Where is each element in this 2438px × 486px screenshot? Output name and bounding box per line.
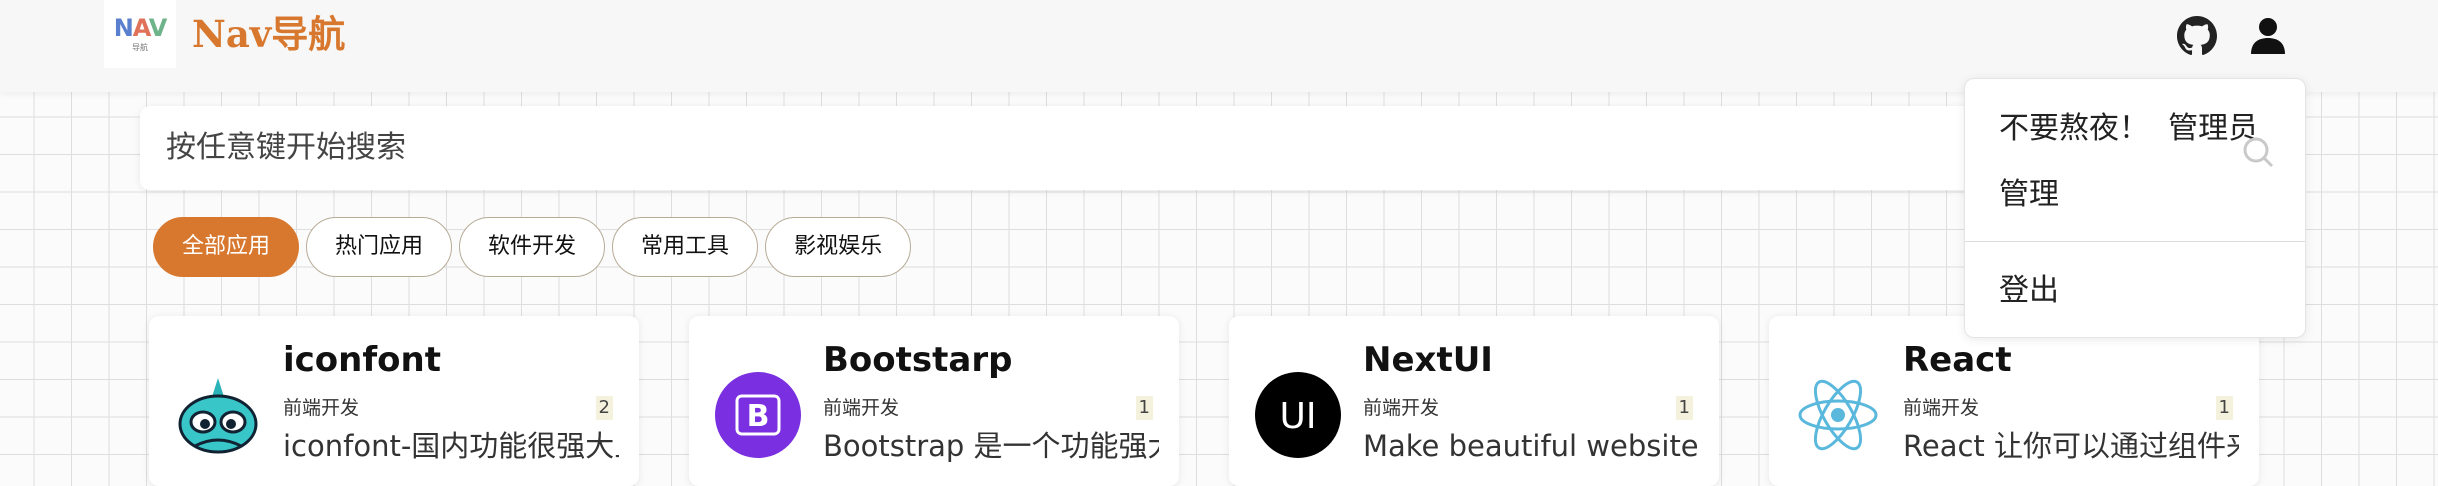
card-description: Bootstrap 是一个功能强大、功能丰富的前端工具包 xyxy=(823,429,1159,463)
app-card-bootstrap[interactable]: B Bootstarp 前端开发 1 Bootstrap 是一个功能强大、功能丰… xyxy=(689,316,1179,486)
tab-common-tools[interactable]: 常用工具 xyxy=(612,217,759,277)
card-count-badge: 1 xyxy=(1135,396,1153,420)
menu-item-logout[interactable]: 登出 xyxy=(1999,267,2059,315)
bootstrap-logo-icon: B xyxy=(715,372,801,458)
github-icon[interactable] xyxy=(2177,16,2217,56)
app-card-nextui[interactable]: UI NextUI 前端开发 1 Make beautiful websites… xyxy=(1229,316,1719,486)
card-count-badge: 1 xyxy=(2215,396,2233,420)
tab-entertainment[interactable]: 影视娱乐 xyxy=(765,217,912,277)
category-tabs: 全部应用 热门应用 软件开发 常用工具 影视娱乐 xyxy=(153,217,912,277)
logo[interactable]: NAV 导航 xyxy=(104,0,176,68)
logo-mark: NAV xyxy=(113,13,168,42)
card-title: iconfont xyxy=(283,340,441,380)
svg-text:UI: UI xyxy=(1280,396,1317,437)
search-icon[interactable] xyxy=(2240,134,2276,170)
app-card-iconfont[interactable]: iconfont 前端开发 2 iconfont-国内功能很强大且图标内容很丰富… xyxy=(149,316,639,486)
iconfont-logo-icon xyxy=(178,378,258,454)
tab-hot-apps[interactable]: 热门应用 xyxy=(306,217,453,277)
app-card-react[interactable]: React 前端开发 1 React 让你可以通过组件来构建用户界面，你可以创 xyxy=(1769,316,2259,486)
user-icon[interactable] xyxy=(2248,16,2288,56)
card-description: Make beautiful websites regardless of yo… xyxy=(1363,429,1699,463)
user-greeting: 不要熬夜！ 管理员 xyxy=(1999,105,2258,153)
svg-text:B: B xyxy=(747,399,770,434)
brand-title[interactable]: Nav导航 xyxy=(192,8,345,60)
menu-item-admin[interactable]: 管理 xyxy=(1999,171,2059,219)
card-category: 前端开发 xyxy=(823,397,900,419)
card-title: Bootstarp xyxy=(823,340,1013,380)
menu-divider xyxy=(1965,241,2305,242)
tab-all-apps[interactable]: 全部应用 xyxy=(153,217,300,277)
card-count-badge: 2 xyxy=(595,396,613,420)
tab-software-dev[interactable]: 软件开发 xyxy=(459,217,606,277)
card-category: 前端开发 xyxy=(1363,397,1440,419)
logo-sub: 导航 xyxy=(132,42,148,52)
nextui-logo-icon: UI xyxy=(1255,372,1341,458)
card-count-badge: 1 xyxy=(1675,396,1693,420)
card-category: 前端开发 xyxy=(283,397,360,419)
react-logo-icon xyxy=(1798,379,1878,451)
search-bar[interactable]: 按任意键开始搜索 xyxy=(140,106,2280,190)
card-description: iconfont-国内功能很强大且图标内容很丰富的矢量 xyxy=(283,429,619,463)
card-description: React 让你可以通过组件来构建用户界面，你可以创 xyxy=(1903,429,2239,463)
card-title: React xyxy=(1903,340,2012,380)
greeting-text: 不要熬夜！ xyxy=(1999,111,2149,146)
card-title: NextUI xyxy=(1363,340,1493,380)
user-dropdown-menu: 不要熬夜！ 管理员 管理 登出 xyxy=(1964,78,2306,338)
card-category: 前端开发 xyxy=(1903,397,1980,419)
search-input[interactable]: 按任意键开始搜索 xyxy=(166,106,406,190)
